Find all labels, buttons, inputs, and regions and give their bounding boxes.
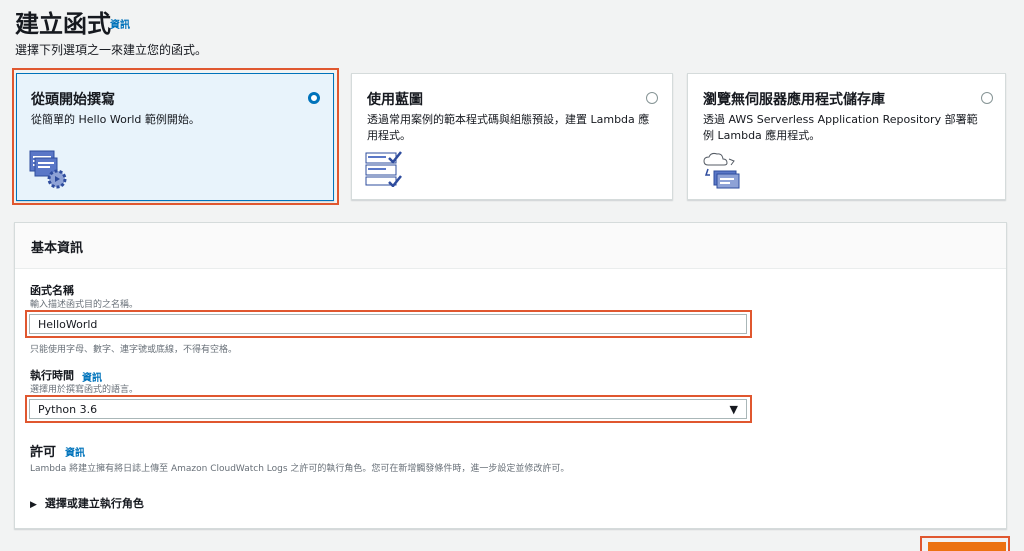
caret-right-icon: ▶ bbox=[30, 500, 37, 510]
page-title: 建立函式 bbox=[15, 10, 111, 38]
option-description: 透過 AWS Serverless Application Repository… bbox=[703, 113, 978, 142]
function-name-constraint: 只能使用字母、數字、連字號或底線，不得有空格。 bbox=[30, 345, 238, 355]
option-card-author-from-scratch[interactable]: 從頭開始撰寫 從簡單的 Hello World 範例開始。 bbox=[16, 73, 334, 201]
option-radio[interactable] bbox=[308, 92, 320, 104]
execution-role-expander[interactable]: ▶ 選擇或建立執行角色 bbox=[30, 495, 144, 511]
function-name-input[interactable]: HelloWorld bbox=[29, 314, 747, 334]
permissions-info-link[interactable]: 資訊 bbox=[65, 444, 85, 459]
caret-down-icon: ▼ bbox=[729, 403, 738, 416]
runtime-hint: 選擇用於撰寫函式的語言。 bbox=[30, 385, 139, 395]
author-from-scratch-icon bbox=[29, 150, 67, 189]
section-title: 基本資訊 bbox=[31, 241, 84, 256]
serverless-repo-icon bbox=[703, 152, 740, 189]
option-title: 瀏覽無伺服器應用程式儲存庫 bbox=[703, 92, 885, 108]
info-link[interactable]: 資訊 bbox=[110, 16, 130, 31]
option-radio[interactable] bbox=[646, 92, 658, 104]
permissions-title: 許可 bbox=[30, 445, 57, 460]
permissions-description: Lambda 將建立擁有將日誌上傳至 Amazon CloudWatch Log… bbox=[30, 464, 570, 474]
option-description: 透過常用案例的範本程式碼與組態預設，建置 Lambda 應用程式。 bbox=[367, 113, 650, 142]
function-name-hint: 輸入描述函式目的之名稱。 bbox=[30, 300, 139, 310]
option-radio[interactable] bbox=[981, 92, 993, 104]
option-title: 使用藍圖 bbox=[367, 92, 423, 108]
blueprint-icon bbox=[365, 151, 402, 187]
option-card-serverless-repo[interactable]: 瀏覽無伺服器應用程式儲存庫 透過 AWS Serverless Applicat… bbox=[687, 73, 1006, 200]
function-name-label: 函式名稱 bbox=[30, 284, 74, 297]
runtime-select[interactable]: Python 3.6 ▼ bbox=[29, 399, 747, 419]
runtime-selected-value: Python 3.6 bbox=[38, 403, 98, 416]
create-function-button[interactable] bbox=[928, 542, 1006, 551]
option-title: 從頭開始撰寫 bbox=[31, 92, 115, 108]
option-card-blueprint[interactable]: 使用藍圖 透過常用案例的範本程式碼與組態預設，建置 Lambda 應用程式。 bbox=[351, 73, 673, 200]
panel-header: 基本資訊 bbox=[15, 223, 1006, 269]
basic-info-panel: 基本資訊 bbox=[14, 222, 1007, 529]
execution-role-toggle-label: 選擇或建立執行角色 bbox=[44, 497, 144, 510]
page-subtitle: 選擇下列選項之一來建立您的函式。 bbox=[15, 43, 208, 57]
option-description: 從簡單的 Hello World 範例開始。 bbox=[31, 113, 200, 126]
runtime-label: 執行時間 bbox=[30, 369, 74, 382]
